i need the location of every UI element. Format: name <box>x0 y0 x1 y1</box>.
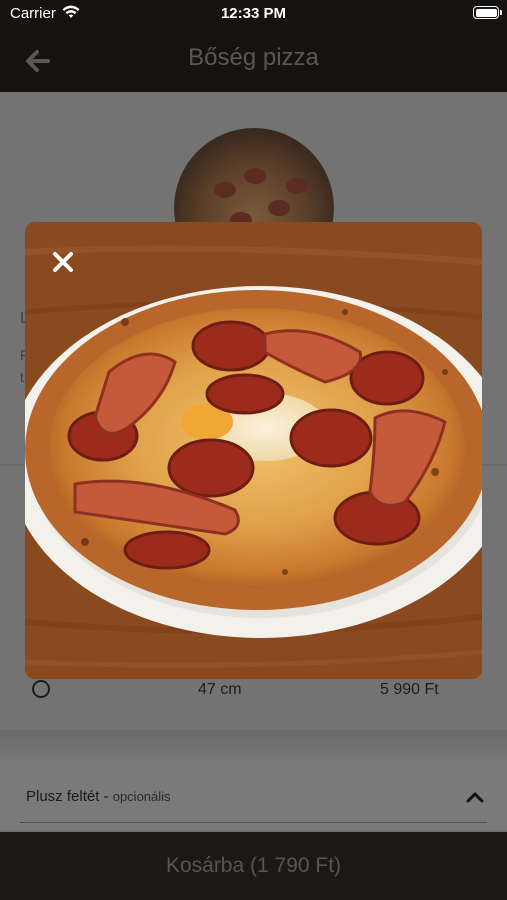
size-price: 5 990 Ft <box>380 681 439 698</box>
clock: 12:33 PM <box>220 5 287 22</box>
extras-label: Plusz feltét - opcionális <box>26 788 171 805</box>
nav-bar: Bőség pizza <box>0 28 507 92</box>
close-icon[interactable] <box>51 250 75 274</box>
battery-icon <box>473 6 502 19</box>
extras-section[interactable]: Plusz feltét - opcionális <box>0 760 507 830</box>
add-to-cart-label: Kosárba (1 790 Ft) <box>165 854 342 877</box>
extras-underline <box>20 822 487 823</box>
size-radio-button[interactable] <box>32 680 50 698</box>
section-separator <box>0 730 507 760</box>
add-to-cart-button[interactable]: Kosárba (1 790 Ft) <box>0 832 507 900</box>
page-title: Bőség pizza <box>188 44 319 71</box>
optional-label: opcionális <box>112 789 171 804</box>
status-bar: Carrier 12:33 PM <box>0 0 507 28</box>
image-modal <box>25 222 482 679</box>
chevron-up-icon[interactable] <box>466 790 484 804</box>
size-label: 47 cm <box>198 681 242 698</box>
pizza-photo <box>25 222 482 679</box>
